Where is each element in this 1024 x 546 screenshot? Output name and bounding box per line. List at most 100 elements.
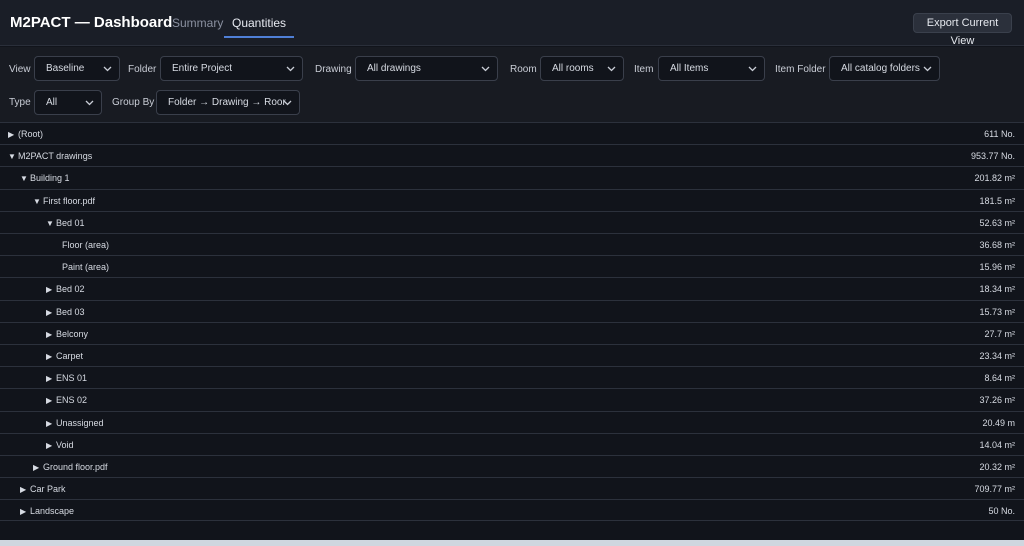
room-label: Room (510, 64, 537, 75)
item-select[interactable]: All Items (658, 56, 765, 81)
group-by-select-value: Folder → Drawing → Roor (168, 97, 286, 108)
export-current-view-button[interactable]: Export Current View (913, 13, 1012, 47)
tree-row-value: 20.49 m (982, 417, 1015, 428)
taskbar-strip (0, 540, 1024, 546)
caret-right-icon[interactable]: ▶ (46, 330, 56, 339)
folder-select-value: Entire Project (172, 63, 233, 74)
tree-row[interactable]: ▶ (Root) 611 No. (0, 122, 1024, 144)
item-folder-label: Item Folder (775, 64, 826, 75)
tree-row-label: ▶ Void (46, 440, 74, 450)
caret-right-icon[interactable]: ▶ (46, 285, 56, 294)
caret-down-icon[interactable]: ▼ (46, 219, 56, 228)
tree-row-text: Ground floor.pdf (43, 462, 108, 472)
caret-right-icon[interactable]: ▶ (20, 507, 30, 516)
item-folder-select[interactable]: All catalog folders (829, 56, 940, 81)
tree-row-label: ▶ Bed 03 (46, 307, 85, 317)
filter-bar: View Baseline Folder Entire Project Draw… (0, 47, 1024, 122)
tree-row[interactable]: ▶ ENS 01 8.64 m² (0, 366, 1024, 388)
caret-down-icon[interactable]: ▼ (33, 197, 43, 206)
tree-row-text: Unassigned (56, 417, 104, 428)
tree-row-value: 8.64 m² (984, 373, 1015, 384)
caret-down-icon[interactable]: ▼ (20, 174, 30, 183)
tree-row[interactable]: ▶ Bed 02 18.34 m² (0, 277, 1024, 299)
tree-row-value: 611 No. (984, 129, 1015, 139)
tree-row[interactable]: ▼ Building 1 201.82 m² (0, 166, 1024, 188)
view-label: View (9, 64, 31, 75)
room-select-value: All rooms (552, 63, 594, 74)
tree-row: Paint (area) 15.96 m² (0, 255, 1024, 277)
caret-right-icon[interactable]: ▶ (46, 419, 56, 428)
caret-right-icon[interactable]: ▶ (33, 463, 43, 472)
item-folder-select-value: All catalog folders (841, 63, 920, 74)
tree-row[interactable]: ▼ M2PACT drawings 953.77 No. (0, 144, 1024, 166)
tree-row-label: ▶ Carpet (46, 351, 83, 361)
chevron-down-icon (607, 57, 617, 80)
tree-row-value: 37.26 m² (979, 395, 1015, 406)
chevron-down-icon (748, 57, 758, 80)
tree-row[interactable]: ▶ Bed 03 15.73 m² (0, 299, 1024, 322)
room-select[interactable]: All rooms (540, 56, 624, 81)
caret-right-icon[interactable]: ▶ (46, 308, 56, 317)
tree-row-value: 181.5 m² (979, 195, 1015, 206)
drawing-select[interactable]: All drawings (355, 56, 498, 81)
tree-row[interactable]: ▶ Void 14.04 m² (0, 432, 1024, 455)
tree-row[interactable]: ▶ Carpet 23.34 m² (0, 344, 1024, 366)
caret-right-icon[interactable]: ▶ (46, 374, 56, 383)
tree-row-label: ▶ Bed 02 (46, 284, 85, 294)
tree-row-label: ▶ (Root) (8, 129, 43, 139)
tree-row-text: Void (56, 439, 74, 450)
tree-row-label: ▼ Building 1 (20, 173, 70, 183)
caret-right-icon[interactable]: ▶ (8, 130, 18, 139)
chevron-down-icon (286, 57, 296, 80)
tree-row[interactable]: ▼ First floor.pdf 181.5 m² (0, 188, 1024, 211)
tree-row-text: First floor.pdf (43, 195, 96, 206)
tree-row-label: ▶ ENS 01 (46, 373, 87, 383)
tree-row[interactable]: ▶ ENS 02 37.26 m² (0, 388, 1024, 410)
tree-row-value: 953.77 No. (970, 151, 1015, 162)
tree-row-text: Paint (area) (62, 262, 110, 273)
tree-row-value: 36.68 m² (979, 240, 1015, 250)
tree-row[interactable]: ▶ Unassigned 20.49 m (0, 410, 1024, 433)
tree-row[interactable]: ▶ Belcony 27.7 m² (0, 321, 1024, 344)
tab-summary[interactable]: Summary (164, 10, 231, 38)
app-title: M2PACT — Dashboard (10, 14, 173, 31)
group-by-select[interactable]: Folder → Drawing → Roor (156, 90, 300, 115)
caret-right-icon[interactable]: ▶ (46, 441, 56, 450)
tree-row[interactable]: ▶ Car Park 709.77 m² (0, 477, 1024, 499)
tree-row-text: Floor (area) (62, 240, 110, 250)
tree-row-text: M2PACT drawings (18, 151, 93, 162)
tree-row-text: Landscape (30, 506, 75, 517)
type-select[interactable]: All (34, 90, 102, 115)
header: M2PACT — Dashboard Summary Quantities Ex… (0, 0, 1024, 47)
chevron-down-icon (481, 57, 491, 80)
caret-right-icon[interactable]: ▶ (46, 352, 56, 361)
tree-row-value: 52.63 m² (979, 217, 1015, 228)
tree-row-value: 709.77 m² (974, 484, 1015, 495)
tree-row-value: 50 No. (988, 506, 1015, 517)
tree-row-text: ENS 01 (56, 373, 88, 384)
view-select[interactable]: Baseline (34, 56, 120, 81)
tree-row[interactable]: ▶ Landscape 50 No. (0, 499, 1024, 522)
app: M2PACT — Dashboard Summary Quantities Ex… (0, 0, 1024, 546)
view-select-value: Baseline (46, 63, 85, 74)
tree-row-label: Floor (area) (62, 240, 109, 250)
tree-row-label: ▶ Car Park (20, 484, 66, 494)
caret-right-icon[interactable]: ▶ (20, 485, 30, 494)
tree-row[interactable]: ▼ Bed 01 52.63 m² (0, 210, 1024, 233)
tree-row-label: Paint (area) (62, 262, 109, 272)
tab-quantities[interactable]: Quantities (224, 10, 295, 38)
tree-row-value: 15.96 m² (979, 262, 1015, 273)
tree-row-label: ▼ M2PACT drawings (8, 151, 92, 161)
tree-row-text: Bed 01 (56, 217, 85, 228)
tree-row-label: ▶ Belcony (46, 329, 88, 339)
tree-row-label: ▶ Unassigned (46, 418, 104, 428)
tree-row-text: Car Park (30, 484, 66, 495)
tree-row[interactable]: ▶ Ground floor.pdf 20.32 m² (0, 455, 1024, 477)
tree-row-text: Bed 02 (56, 284, 85, 295)
folder-select[interactable]: Entire Project (160, 56, 303, 81)
caret-right-icon[interactable]: ▶ (46, 396, 56, 405)
item-select-value: All Items (670, 63, 709, 74)
tree-row-text: Bed 03 (56, 306, 85, 317)
tree-row: Floor (area) 36.68 m² (0, 233, 1024, 255)
caret-down-icon[interactable]: ▼ (8, 152, 18, 161)
